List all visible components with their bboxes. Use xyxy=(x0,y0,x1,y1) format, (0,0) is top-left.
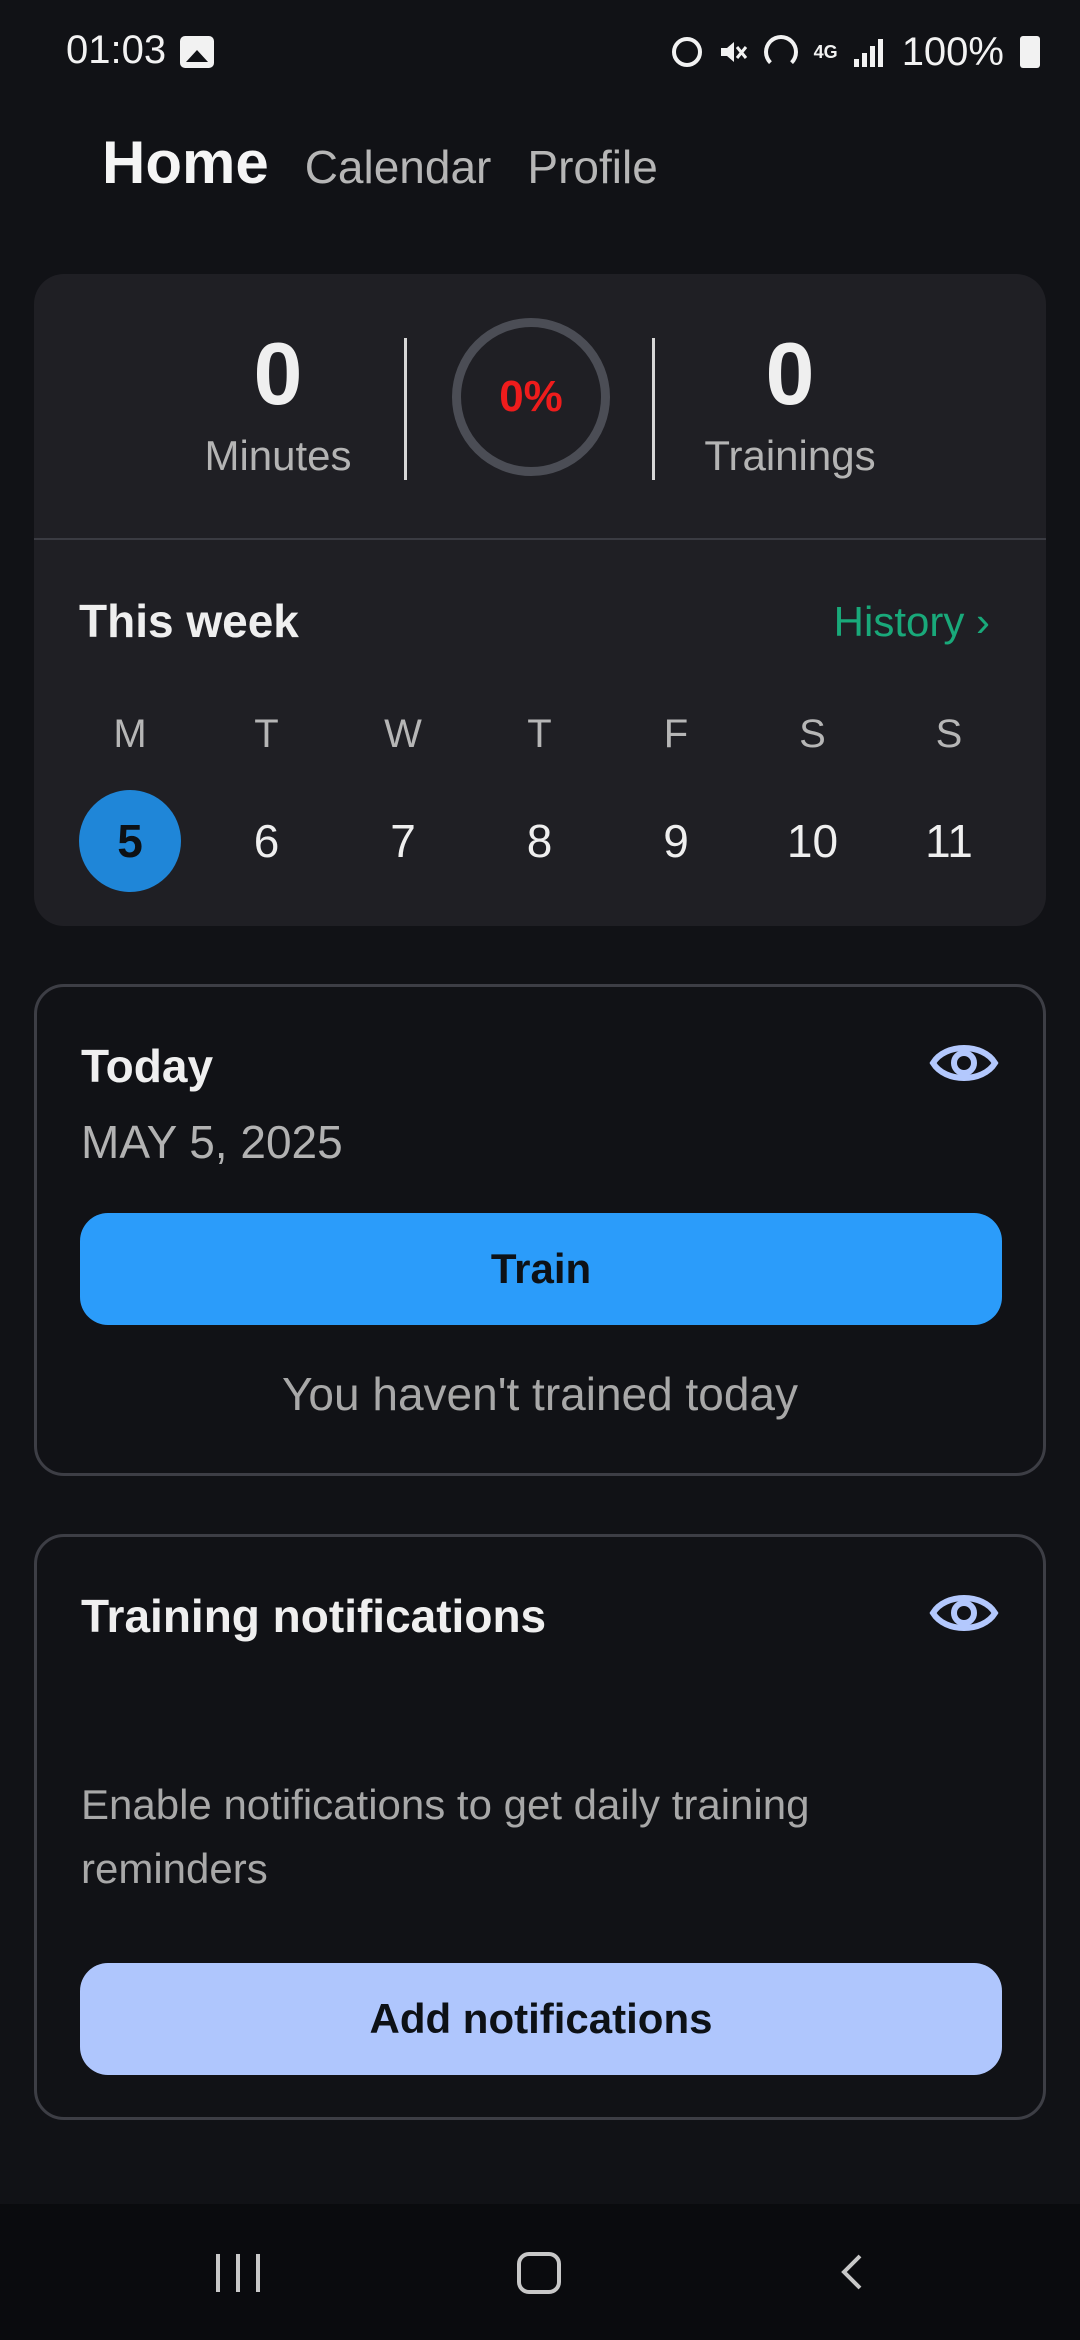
day-column: T8 xyxy=(489,710,591,892)
day-number[interactable]: 7 xyxy=(352,790,454,892)
back-icon[interactable] xyxy=(834,2254,870,2290)
hotspot-icon xyxy=(763,35,798,69)
stats-card: 0 Minutes 0% 0 Trainings This week Histo… xyxy=(34,274,1046,926)
screen: 01:03 4G 100% Home Calendar Profile 0 Mi… xyxy=(0,0,1080,2340)
recents-icon[interactable] xyxy=(216,2254,260,2292)
stat-divider xyxy=(652,338,655,480)
train-button[interactable]: Train xyxy=(80,1213,1002,1325)
add-notifications-button[interactable]: Add notifications xyxy=(80,1963,1002,2075)
day-number-current[interactable]: 5 xyxy=(79,790,181,892)
day-number[interactable]: 11 xyxy=(898,790,1000,892)
trainings-label: Trainings xyxy=(704,432,876,479)
minutes-value: 0 xyxy=(253,324,303,423)
alarm-icon xyxy=(671,37,702,67)
battery-percent: 100% xyxy=(901,29,1004,74)
stat-divider xyxy=(404,338,407,480)
week-title: This week xyxy=(79,595,299,647)
eye-icon[interactable] xyxy=(929,1035,999,1091)
mute-icon xyxy=(720,42,747,62)
tab-home[interactable]: Home xyxy=(102,128,269,197)
day-letter: T xyxy=(527,712,552,756)
status-icons: 4G 100% xyxy=(671,26,1040,78)
day-letter: W xyxy=(384,712,422,756)
day-number[interactable]: 9 xyxy=(625,790,727,892)
eye-icon[interactable] xyxy=(929,1585,999,1641)
day-column: S 11 xyxy=(898,710,1000,892)
day-column: T6 xyxy=(216,710,318,892)
today-title: Today xyxy=(81,1040,214,1092)
status-time: 01:03 xyxy=(66,28,167,72)
day-letter: F xyxy=(663,712,689,756)
minutes-label: Minutes xyxy=(204,432,352,479)
today-status: You haven't trained today xyxy=(281,1368,799,1420)
day-number[interactable]: 8 xyxy=(489,790,591,892)
day-letter: S xyxy=(799,712,826,756)
day-column: M5 xyxy=(79,710,181,892)
progress-percent: 0% xyxy=(499,372,563,421)
today-card: Today MAY 5, 2025 Train You haven't trai… xyxy=(34,984,1046,1476)
notifications-card: Training notifications Enable notificati… xyxy=(34,1534,1046,2120)
home-icon[interactable] xyxy=(517,2252,561,2294)
lte-icon: 4G xyxy=(813,42,838,62)
top-tabs: Home Calendar Profile xyxy=(102,128,658,208)
day-letter: T xyxy=(254,712,279,756)
trainings-value: 0 xyxy=(765,324,815,423)
day-letter: M xyxy=(113,712,147,756)
day-column: F9 xyxy=(625,710,727,892)
notifications-title: Training notifications xyxy=(81,1590,547,1642)
day-number[interactable]: 6 xyxy=(216,790,318,892)
notifications-description: Enable notifications to get daily traini… xyxy=(81,1781,810,1892)
system-nav-bar xyxy=(0,2204,1080,2340)
progress-ring: 0% xyxy=(452,318,610,476)
day-number[interactable]: 10 xyxy=(762,790,864,892)
tab-calendar[interactable]: Calendar xyxy=(305,140,492,194)
signal-icon xyxy=(853,37,886,67)
tab-profile[interactable]: Profile xyxy=(527,140,657,194)
history-link[interactable]: History › xyxy=(834,598,990,646)
day-letter: S xyxy=(935,712,963,756)
card-divider xyxy=(34,538,1046,540)
day-column: W7 xyxy=(352,710,454,892)
week-days: M 5 T 6 W 7 T 8 F 9 S 10 S 11 xyxy=(79,710,1001,892)
photo-icon xyxy=(180,36,214,68)
trainings-stat: 0 Trainings xyxy=(660,324,920,480)
battery-icon xyxy=(1020,36,1040,68)
today-date: MAY 5, 2025 xyxy=(81,1116,343,1168)
day-column: S 10 xyxy=(762,710,864,892)
minutes-stat: 0 Minutes xyxy=(148,324,408,480)
status-bar: 01:03 4G 100% xyxy=(0,0,1080,104)
